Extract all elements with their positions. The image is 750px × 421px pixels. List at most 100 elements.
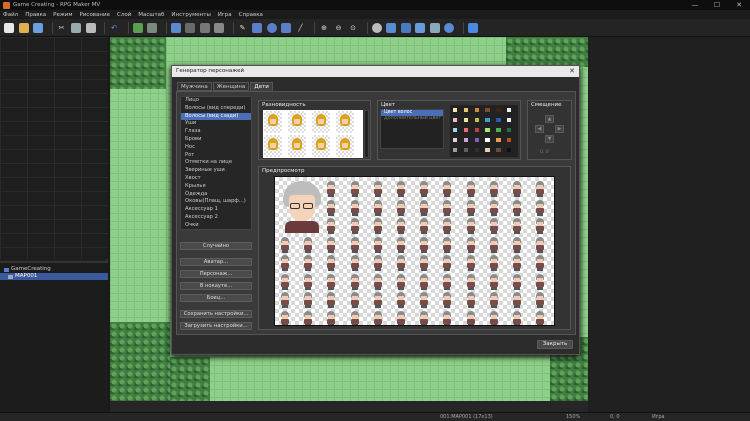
event-mode-icon[interactable] bbox=[147, 22, 157, 33]
load-settings-button[interactable]: Загрузить настройки... bbox=[180, 322, 252, 330]
resource-manager-icon[interactable] bbox=[429, 22, 440, 33]
menu-help[interactable]: Справка bbox=[239, 12, 263, 18]
plugin-icon[interactable] bbox=[386, 22, 396, 33]
offset-up-button[interactable]: ▲ bbox=[545, 115, 554, 123]
color-swatch[interactable] bbox=[462, 117, 470, 123]
variety-cell[interactable] bbox=[336, 111, 354, 133]
tab-kids[interactable]: Дети bbox=[250, 82, 273, 91]
menu-draw[interactable]: Рисование bbox=[80, 12, 110, 18]
character-generator-icon[interactable] bbox=[444, 22, 454, 33]
color-swatch[interactable] bbox=[484, 117, 491, 123]
playtest-icon[interactable] bbox=[467, 22, 478, 33]
list-item[interactable]: Отметки на лице bbox=[181, 159, 251, 167]
copy-icon[interactable] bbox=[71, 22, 81, 33]
pencil-icon[interactable]: ✎ bbox=[238, 23, 248, 33]
variety-cell[interactable] bbox=[264, 135, 282, 157]
zoom-out-icon[interactable]: ⊖ bbox=[334, 23, 344, 33]
layer-2-icon[interactable] bbox=[185, 22, 195, 33]
avatar-button[interactable]: Аватар... bbox=[180, 258, 252, 266]
layer-3-icon[interactable] bbox=[199, 22, 210, 33]
variety-cell[interactable] bbox=[312, 135, 330, 157]
color-palette[interactable] bbox=[450, 105, 518, 157]
offset-down-button[interactable]: ▼ bbox=[545, 135, 554, 143]
menu-scale[interactable]: Масштаб bbox=[138, 12, 164, 18]
list-item[interactable]: Уши bbox=[181, 120, 251, 128]
layer-mode-icon[interactable] bbox=[132, 22, 143, 33]
variety-cell[interactable] bbox=[288, 111, 306, 133]
random-button[interactable]: Случайно bbox=[180, 242, 252, 250]
offset-left-button[interactable]: ◀ bbox=[535, 125, 544, 133]
fill-icon[interactable] bbox=[281, 22, 291, 33]
dialog-close-icon[interactable]: ✕ bbox=[569, 66, 575, 77]
menu-game[interactable]: Игра bbox=[218, 12, 232, 18]
character-button[interactable]: Персонаж... bbox=[180, 270, 252, 278]
color-swatch[interactable] bbox=[473, 137, 480, 143]
color-swatch[interactable] bbox=[495, 127, 502, 133]
color-swatch[interactable] bbox=[506, 137, 513, 143]
color-swatch[interactable] bbox=[506, 107, 513, 113]
color-swatch[interactable] bbox=[452, 107, 459, 113]
variety-cell[interactable] bbox=[312, 111, 330, 133]
tree-map-item[interactable]: MAP001 bbox=[0, 273, 108, 280]
color-swatch[interactable] bbox=[452, 137, 459, 143]
list-item[interactable]: Аксессуар 2 bbox=[181, 214, 251, 222]
list-item[interactable]: Глаза bbox=[181, 128, 251, 136]
variety-cell[interactable] bbox=[264, 111, 282, 133]
tree-project[interactable]: GameCreating bbox=[0, 266, 108, 273]
color-swatch[interactable] bbox=[473, 147, 480, 153]
tileset-palette[interactable] bbox=[0, 37, 108, 259]
ellipse-icon[interactable] bbox=[266, 22, 277, 33]
shadow-pen-icon[interactable]: ╱ bbox=[296, 23, 306, 33]
color-swatch[interactable] bbox=[473, 107, 480, 113]
menu-file[interactable]: Файл bbox=[3, 12, 18, 18]
color-swatch[interactable] bbox=[484, 127, 491, 133]
minimize-button[interactable]: — bbox=[684, 0, 706, 10]
variety-cell[interactable] bbox=[336, 135, 354, 157]
list-item[interactable]: Одежда bbox=[181, 191, 251, 199]
cut-icon[interactable]: ✂ bbox=[57, 23, 67, 33]
list-item[interactable]: Брови bbox=[181, 136, 251, 144]
color-item[interactable]: Дополнительный цвет bbox=[381, 116, 443, 122]
color-swatch[interactable] bbox=[495, 137, 502, 143]
color-swatch[interactable] bbox=[473, 127, 480, 133]
color-swatch[interactable] bbox=[495, 107, 502, 113]
color-swatch[interactable] bbox=[484, 147, 491, 153]
save-settings-button[interactable]: Сохранить настройки... bbox=[180, 310, 252, 318]
layer-1-icon[interactable] bbox=[170, 22, 181, 33]
rectangle-icon[interactable] bbox=[252, 22, 262, 33]
list-item[interactable]: Звериные уши bbox=[181, 167, 251, 175]
menu-edit[interactable]: Правка bbox=[25, 12, 46, 18]
menu-layer[interactable]: Слой bbox=[117, 12, 131, 18]
close-window-button[interactable]: ✕ bbox=[728, 0, 750, 10]
list-item[interactable]: Крылья bbox=[181, 183, 251, 191]
color-swatch[interactable] bbox=[462, 147, 470, 153]
layer-4-icon[interactable] bbox=[214, 22, 224, 33]
list-item[interactable]: Рот bbox=[181, 152, 251, 160]
undo-icon[interactable]: ↶ bbox=[109, 23, 119, 33]
list-item[interactable]: Волосы (вид спереди) bbox=[181, 105, 251, 113]
tab-female[interactable]: Женщина bbox=[212, 82, 250, 91]
color-swatch[interactable] bbox=[484, 107, 491, 113]
sound-test-icon[interactable] bbox=[400, 22, 411, 33]
color-swatch[interactable] bbox=[495, 147, 502, 153]
battler-button[interactable]: В нокауте... bbox=[180, 282, 252, 290]
color-swatch[interactable] bbox=[473, 117, 480, 123]
tab-male[interactable]: Мужчина bbox=[177, 82, 212, 91]
list-item[interactable]: Лицо bbox=[181, 97, 251, 105]
menu-tools[interactable]: Инструменты bbox=[171, 12, 210, 18]
offset-right-button[interactable]: ▶ bbox=[555, 125, 564, 133]
color-swatch[interactable] bbox=[452, 117, 459, 123]
color-swatch[interactable] bbox=[462, 127, 470, 133]
list-item-selected[interactable]: Волосы (вид сзади) bbox=[181, 112, 251, 121]
database-icon[interactable] bbox=[371, 22, 382, 33]
color-swatch[interactable] bbox=[452, 147, 459, 153]
paste-icon[interactable] bbox=[85, 22, 96, 33]
color-swatch[interactable] bbox=[506, 127, 513, 133]
close-button[interactable]: Закрыть bbox=[537, 340, 573, 349]
event-search-icon[interactable] bbox=[415, 22, 425, 33]
list-item[interactable]: Оковы(Плащ, шарф...) bbox=[181, 198, 251, 206]
color-swatch[interactable] bbox=[462, 107, 470, 113]
save-icon[interactable] bbox=[33, 22, 43, 33]
variety-scrollbar[interactable] bbox=[364, 110, 369, 158]
maximize-button[interactable]: ☐ bbox=[706, 0, 728, 10]
